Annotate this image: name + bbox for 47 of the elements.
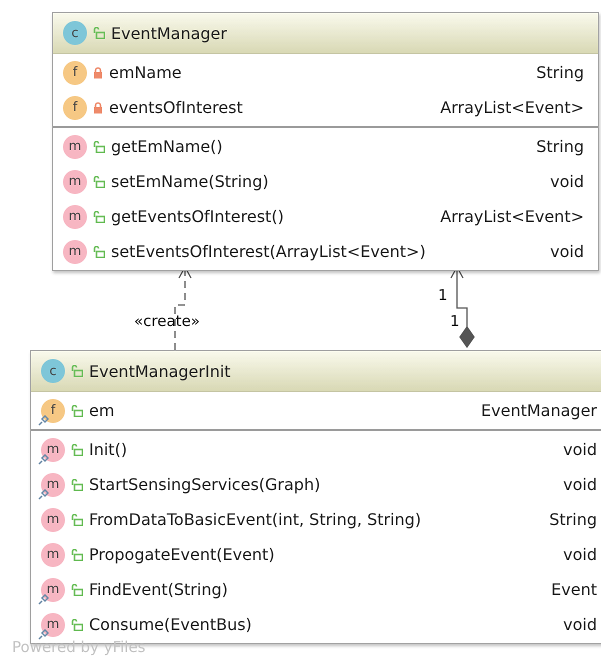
- member-type: void: [550, 172, 584, 191]
- class-node[interactable]: c EventManager f emName String f eventsOfInterest ArrayList<Event> m getEmName() String m setEmName(String) void m getEventsOfInterest() ArrayList<Event> m setEventsOfInterest(ArrayList<Event>) void: [52, 12, 599, 271]
- member-type: String: [549, 510, 597, 529]
- multiplicity-label: 1: [438, 286, 448, 304]
- member-kind-icon: f: [41, 398, 65, 422]
- class-name: EventManager: [111, 24, 227, 42]
- member-name: Init(): [89, 440, 128, 459]
- member-kind-icon: m: [63, 170, 87, 194]
- class-icon: c: [41, 359, 65, 383]
- member-kind-icon: m: [63, 204, 87, 228]
- member-name: emName: [109, 63, 182, 82]
- member-kind-icon: m: [41, 438, 65, 462]
- member-kind-icon: m: [41, 578, 65, 602]
- member-name: FromDataToBasicEvent(int, String, String): [89, 510, 422, 529]
- member-kind-icon: m: [41, 472, 65, 496]
- member-type: void: [563, 545, 597, 564]
- member-type: void: [563, 440, 597, 459]
- member-name: getEventsOfInterest(): [111, 207, 284, 226]
- stereotype-label: «create»: [134, 312, 200, 330]
- member-name: StartSensingServices(Graph): [89, 475, 320, 494]
- member-type: EventManager: [481, 401, 597, 420]
- member-kind-icon: m: [63, 134, 87, 158]
- member-name: FindEvent(String): [89, 580, 228, 599]
- member-name: em: [89, 401, 114, 420]
- member-type: void: [563, 475, 597, 494]
- member-kind-icon: m: [41, 612, 65, 636]
- member-type: String: [536, 137, 584, 156]
- class-name: EventManagerInit: [89, 362, 231, 380]
- member-name: eventsOfInterest: [109, 98, 243, 117]
- member-type: ArrayList<Event>: [440, 98, 584, 117]
- member-name: Consume(EventBus): [89, 615, 252, 634]
- member-kind-icon: m: [63, 240, 87, 264]
- member-kind-icon: m: [41, 508, 65, 532]
- member-kind-icon: f: [63, 60, 87, 84]
- member-kind-icon: m: [41, 542, 65, 566]
- member-name: PropogateEvent(Event): [89, 545, 275, 564]
- member-name: getEmName(): [111, 137, 223, 156]
- member-type: ArrayList<Event>: [440, 207, 584, 226]
- member-name: setEventsOfInterest(ArrayList<Event>): [111, 242, 426, 261]
- member-type: void: [550, 242, 584, 261]
- member-type: void: [563, 615, 597, 634]
- multiplicity-label: 1: [450, 312, 460, 330]
- class-icon: c: [63, 21, 87, 45]
- member-name: setEmName(String): [111, 172, 269, 191]
- member-type: String: [536, 63, 584, 82]
- member-kind-icon: f: [63, 96, 87, 120]
- member-type: Event: [551, 580, 597, 599]
